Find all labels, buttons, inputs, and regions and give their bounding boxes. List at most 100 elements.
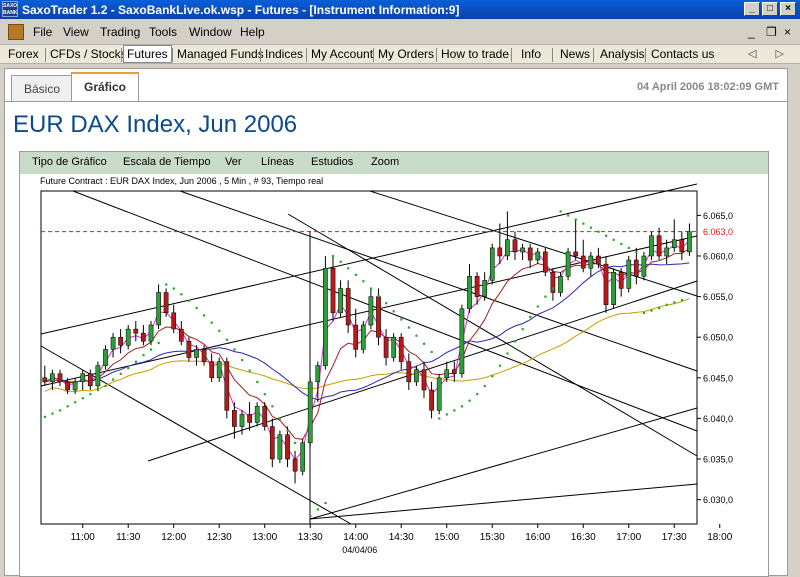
tab-basico[interactable]: Básico	[11, 75, 74, 101]
sar-dot	[225, 338, 229, 341]
nav-separator	[45, 48, 46, 62]
nav-forex[interactable]: Forex	[8, 47, 39, 61]
candle-body	[391, 336, 397, 358]
mdi-close-button[interactable]: ×	[784, 25, 791, 39]
menu-tools[interactable]: Tools	[149, 25, 177, 39]
sar-dot	[483, 384, 486, 388]
mdi-restore-button[interactable]: ❐	[766, 25, 777, 39]
nav-separator	[306, 48, 307, 62]
nav-news[interactable]: News	[560, 47, 590, 61]
nav-futures[interactable]: Futures	[123, 45, 172, 63]
sar-dot	[521, 328, 524, 331]
nav-my-account[interactable]: My Account	[311, 47, 373, 61]
sar-dot	[195, 306, 198, 310]
window-titlebar[interactable]: SAXO BANK SaxoTrader 1.2 - SaxoBankLive.…	[0, 0, 800, 19]
nav-info[interactable]: Info	[521, 47, 541, 61]
sar-dot	[513, 340, 517, 343]
candle-body	[383, 336, 389, 358]
chart-menu-tipo-grafico[interactable]: Tipo de Gráfico	[32, 156, 107, 168]
menu-view[interactable]: View	[63, 25, 89, 39]
candle-body	[671, 239, 677, 249]
minimize-button[interactable]: _	[744, 2, 760, 16]
nav-managed-funds[interactable]: Managed Funds	[177, 47, 264, 61]
candle-body	[542, 251, 548, 273]
sar-dot	[468, 399, 471, 402]
chart-menu-zoom[interactable]: Zoom	[371, 156, 399, 168]
nav-separator	[121, 48, 122, 62]
nav-my-orders[interactable]: My Orders	[378, 47, 434, 61]
sar-dot	[498, 364, 502, 367]
close-button[interactable]: ×	[780, 2, 796, 16]
sar-dot	[453, 409, 456, 412]
sar-dot	[650, 309, 653, 312]
nav-separator	[511, 48, 512, 62]
candle-body	[277, 434, 283, 460]
candle-body	[641, 255, 647, 277]
sar-dot	[104, 384, 107, 388]
tab-grafico[interactable]: Gráfico	[71, 72, 140, 102]
sar-dot	[460, 405, 464, 408]
sar-dot	[74, 401, 77, 404]
tab-divider	[5, 101, 787, 102]
candle-body	[580, 255, 586, 269]
sar-dot	[43, 415, 46, 418]
candle-body	[474, 276, 480, 297]
chart-container: Tipo de Gráfico Escala de Tiempo Ver Lín…	[19, 151, 769, 577]
sar-dot	[627, 246, 630, 250]
x-tick-label: 12:00	[161, 532, 186, 543]
chart-menu-escala-tiempo[interactable]: Escala de Tiempo	[123, 156, 210, 168]
nav-cfds-stocks[interactable]: CFDs / Stocks	[50, 47, 127, 61]
sar-dot	[331, 254, 335, 258]
x-axis-date-label: 04/04/06	[342, 545, 377, 555]
candle-body	[315, 365, 321, 383]
sar-dot	[476, 393, 479, 396]
sar-dot	[491, 375, 494, 378]
chart-menu-lineas[interactable]: Líneas	[261, 156, 294, 168]
sar-dot	[612, 238, 615, 241]
nav-indices[interactable]: Indices	[265, 47, 303, 61]
sar-dot	[407, 326, 411, 329]
x-tick-label: 15:30	[480, 532, 505, 543]
candle-body	[596, 255, 601, 265]
sar-dot	[658, 306, 661, 310]
maximize-button[interactable]: □	[762, 2, 778, 16]
y-tick-label: 6.035,0	[703, 455, 733, 465]
candle-body	[558, 276, 563, 293]
menu-file[interactable]: File	[33, 25, 52, 39]
candle-body	[459, 308, 465, 375]
sar-dot	[438, 417, 441, 420]
sar-dot	[377, 294, 380, 297]
nav-how-to-trade[interactable]: How to trade	[441, 47, 509, 61]
nav-separator	[552, 48, 553, 62]
menu-trading[interactable]: Trading	[100, 25, 140, 39]
sar-dot	[203, 314, 206, 317]
sar-dot	[271, 405, 274, 408]
x-tick-label: 14:30	[389, 532, 414, 543]
sar-dot	[187, 299, 191, 302]
x-tick-label: 17:00	[616, 532, 641, 543]
chart-menu-ver[interactable]: Ver	[225, 156, 242, 168]
sar-dot	[529, 315, 532, 319]
chart-menu-estudios[interactable]: Estudios	[311, 156, 353, 168]
candle-body	[520, 247, 525, 253]
nav-contacts-us[interactable]: Contacts us	[651, 47, 714, 61]
menu-bar: File View Trading Tools Window Help _ ❐ …	[0, 22, 800, 42]
nav-analysis[interactable]: Analysis	[600, 47, 645, 61]
document-icon[interactable]	[8, 24, 24, 40]
x-tick-label: 15:00	[434, 532, 459, 543]
sar-dot	[362, 280, 365, 283]
candle-body	[679, 239, 685, 253]
sar-dot	[112, 378, 115, 381]
sar-dot	[278, 417, 282, 420]
menu-help[interactable]: Help	[240, 25, 265, 39]
sar-dot	[536, 305, 539, 308]
timestamp: 04 April 2006 18:02:09 GMT	[636, 81, 779, 93]
sar-dot	[89, 393, 92, 396]
sar-dot	[582, 222, 585, 225]
nav-scroll-arrows-icon[interactable]: ◁ ▷	[748, 47, 792, 60]
mdi-minimize-button[interactable]: _	[748, 25, 755, 39]
candle-body	[72, 381, 78, 391]
sar-dot	[210, 321, 213, 324]
price-chart[interactable]: 6.065,0 6.060,0 6.055,0 6.050,0 6.045,0 6.040…	[20, 176, 768, 576]
menu-window[interactable]: Window	[189, 25, 232, 39]
